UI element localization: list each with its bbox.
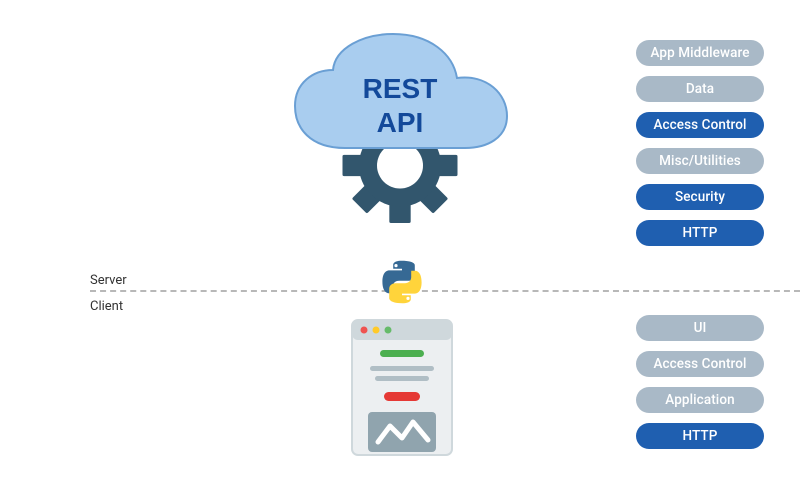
pill-ui: UI [636, 315, 764, 341]
server-stack-pills: App Middleware Data Access Control Misc/… [636, 40, 764, 246]
pill-misc-utilities: Misc/Utilities [636, 148, 764, 174]
pill-app-middleware: App Middleware [636, 40, 764, 66]
architecture-center-column: REST API [270, 28, 530, 228]
server-client-divider [90, 290, 800, 292]
pill-http-client: HTTP [636, 423, 764, 449]
pill-application: Application [636, 387, 764, 413]
python-icon [380, 260, 424, 304]
server-label: Server [90, 272, 127, 290]
divider-labels: Server Client [90, 272, 127, 316]
pill-data: Data [636, 76, 764, 102]
pill-access-control-client: Access Control [636, 351, 764, 377]
rest-api-cloud-gear: REST API [285, 28, 515, 228]
browser-window-icon [350, 318, 454, 458]
client-stack-pills: UI Access Control Application HTTP [636, 315, 764, 449]
client-label: Client [90, 298, 127, 316]
pill-security: Security [636, 184, 764, 210]
rest-api-label: REST API [285, 72, 515, 139]
pill-access-control-server: Access Control [636, 112, 764, 138]
pill-http-server: HTTP [636, 220, 764, 246]
